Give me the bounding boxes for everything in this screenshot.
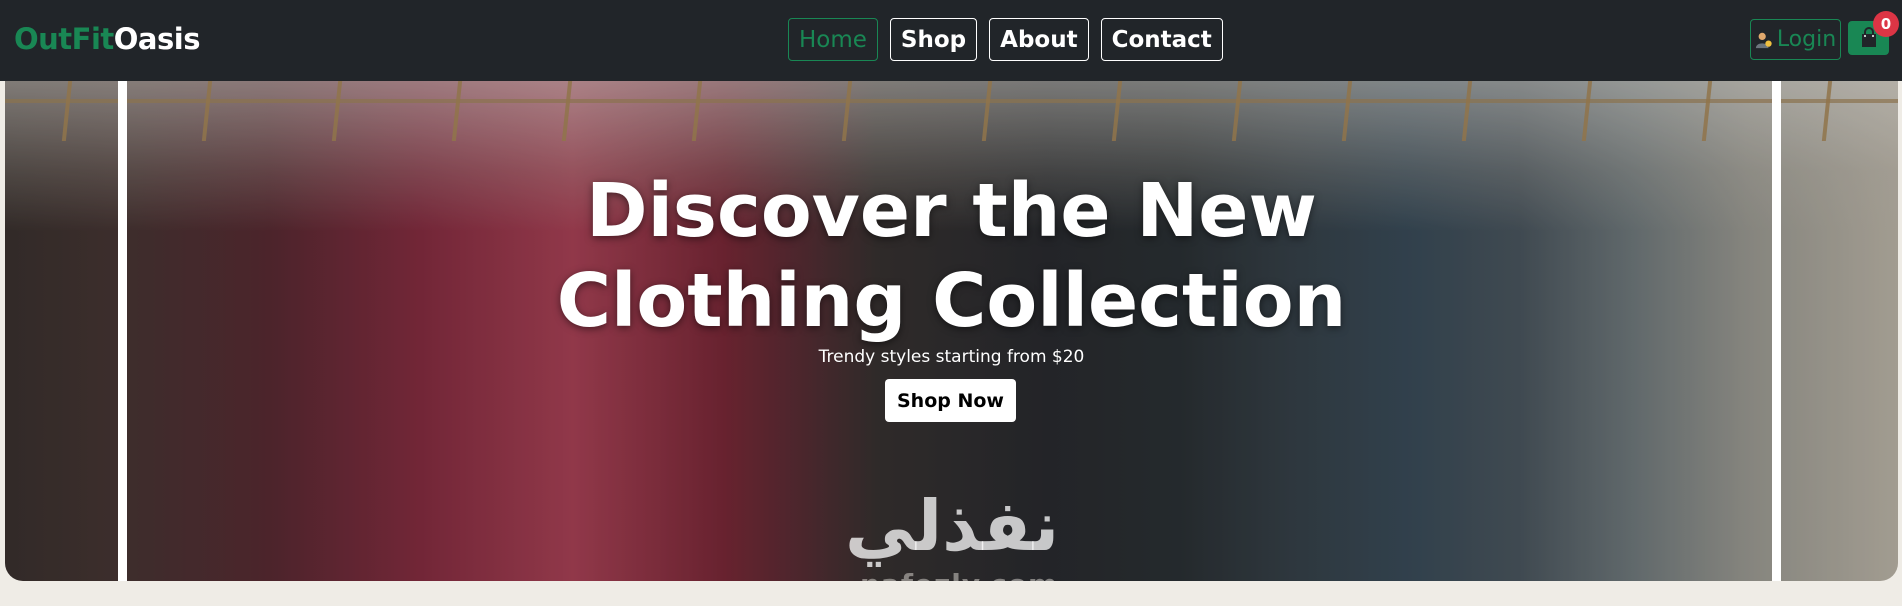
nav-contact[interactable]: Contact bbox=[1100, 18, 1223, 61]
nav-about[interactable]: About bbox=[989, 18, 1089, 61]
hero-title: Discover the New Clothing Collection bbox=[5, 166, 1898, 346]
nav-shop[interactable]: Shop bbox=[889, 18, 978, 61]
brand-part-2: Oasis bbox=[113, 22, 201, 56]
navbar: OutFitOasis Home Shop About Contact Logi… bbox=[0, 0, 1902, 81]
brand-logo[interactable]: OutFitOasis bbox=[14, 22, 200, 56]
hero-banner: Discover the New Clothing Collection Tre… bbox=[5, 81, 1898, 581]
hero-title-line-1: Discover the New bbox=[586, 168, 1317, 254]
hero-subtitle: Trendy styles starting from $20 bbox=[818, 347, 1085, 367]
watermark-latin: nafezly.com bbox=[860, 568, 1058, 581]
user-icon bbox=[1755, 32, 1772, 48]
brand-part-1: OutFit bbox=[14, 22, 114, 56]
hero-title-line-2: Clothing Collection bbox=[556, 258, 1347, 344]
cart-count-badge: 0 bbox=[1873, 11, 1899, 37]
shop-now-button[interactable]: Shop Now bbox=[885, 379, 1016, 422]
nav-home[interactable]: Home bbox=[788, 18, 878, 61]
login-label: Login bbox=[1776, 27, 1837, 52]
watermark-arabic: نفذلي bbox=[845, 485, 1060, 567]
nav-links: Home Shop About Contact bbox=[788, 18, 1223, 61]
login-button[interactable]: Login bbox=[1750, 19, 1841, 60]
